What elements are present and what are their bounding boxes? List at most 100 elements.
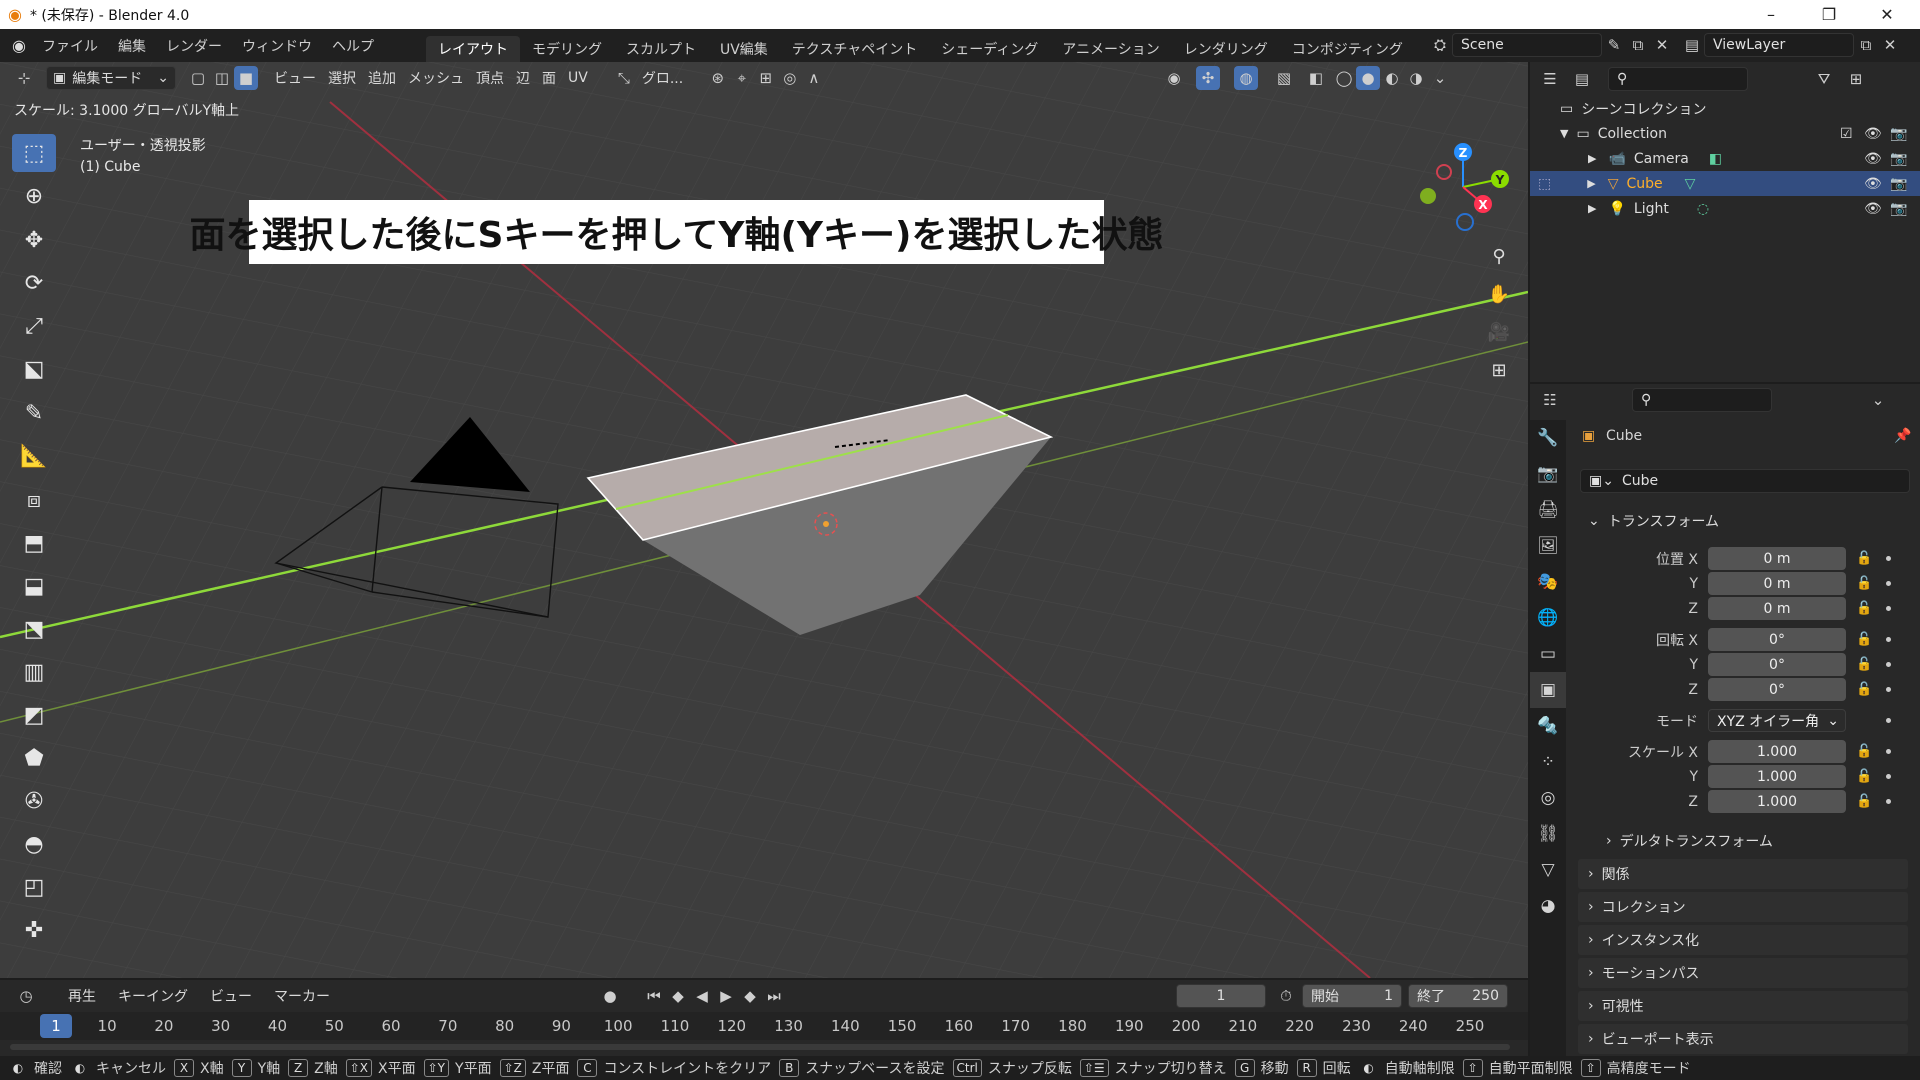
lock-icon[interactable]: 🔓 [1856, 744, 1872, 759]
menu-mesh[interactable]: メッシュ [402, 66, 470, 90]
outliner-item-cube[interactable]: ⬚ ▶ ▽ Cube ▽ 👁 📷 [1530, 171, 1920, 196]
falloff-icon[interactable]: ∧ [802, 66, 826, 90]
camera-render-icon[interactable]: 📷 [1890, 126, 1907, 142]
outliner-editor-icon[interactable]: ☰ [1538, 67, 1562, 91]
keyframe-dot[interactable] [1886, 581, 1891, 586]
measure-tool[interactable]: 📐 [12, 437, 56, 475]
new-viewlayer-icon[interactable]: ⧉ [1854, 33, 1878, 57]
navigation-gizmo[interactable]: Z Y X [1408, 132, 1518, 242]
orientation-select[interactable]: グロ... [636, 66, 706, 90]
panel-collections[interactable]: › コレクション [1578, 892, 1908, 922]
lock-icon[interactable]: 🔓 [1856, 601, 1872, 616]
lock-icon[interactable]: 🔓 [1856, 682, 1872, 697]
location-x-field[interactable]: 0 m [1708, 547, 1846, 570]
transform-tool[interactable]: ⬕ [12, 350, 56, 388]
edge-slide-tool[interactable]: ◰ [12, 868, 56, 906]
scene-icon[interactable]: ⛭ [1428, 33, 1452, 57]
bevel-tool[interactable]: ⬔ [12, 610, 56, 648]
shading-options-icon[interactable]: ⌄ [1428, 66, 1452, 90]
maximize-button[interactable]: ❐ [1806, 0, 1852, 29]
keyframe-dot[interactable] [1886, 799, 1891, 804]
material-shading-icon[interactable]: ◐ [1380, 66, 1404, 90]
next-keyframe-icon[interactable]: ◆ [738, 984, 762, 1008]
location-y-field[interactable]: 0 m [1708, 572, 1846, 595]
menu-uv[interactable]: UV [562, 66, 594, 90]
collection-row[interactable]: ▼ ▭ Collection ☑ 👁 📷 [1530, 121, 1920, 146]
keyframe-dot[interactable] [1886, 662, 1891, 667]
lock-icon[interactable]: 🔓 [1856, 576, 1872, 591]
menu-playback[interactable]: 再生 [62, 984, 102, 1008]
keyframe-dot[interactable] [1886, 606, 1891, 611]
panel-instancing[interactable]: › インスタンス化 [1578, 925, 1908, 955]
tab-rendering[interactable]: レンダリング [1172, 36, 1280, 62]
poly-build-tool[interactable]: ⬟ [12, 739, 56, 777]
menu-add[interactable]: 追加 [362, 66, 402, 90]
pin-icon[interactable]: ✎ [1602, 33, 1626, 57]
move-tool[interactable]: ✥ [12, 221, 56, 259]
pivot-icon[interactable]: ⊛ [706, 66, 730, 90]
properties-search[interactable]: ⚲ [1632, 388, 1772, 412]
keyframe-dot[interactable] [1886, 687, 1891, 692]
keyframe-dot[interactable] [1886, 749, 1891, 754]
tab-sculpt[interactable]: スカルプト [614, 36, 708, 62]
loop-cut-tool[interactable]: ▥ [12, 653, 56, 691]
neg-y-axis-ball[interactable] [1420, 188, 1436, 204]
panel-relations[interactable]: › 関係 [1578, 859, 1908, 889]
tab-compositing[interactable]: コンポジティング [1280, 36, 1415, 62]
new-scene-icon[interactable]: ⧉ [1626, 33, 1650, 57]
add-cube-tool[interactable]: ⧈ [12, 481, 56, 519]
inset-tool[interactable]: ⬓ [12, 567, 56, 605]
perspective-toggle-icon[interactable]: ⊞ [1483, 354, 1515, 386]
display-mode-icon[interactable]: ▤ [1570, 67, 1594, 91]
scale-x-field[interactable]: 1.000 [1708, 740, 1846, 763]
scale-z-field[interactable]: 1.000 [1708, 790, 1846, 813]
pin-icon[interactable]: 📌 [1894, 428, 1911, 444]
physics-tab-icon[interactable]: ◎ [1530, 780, 1566, 816]
lock-icon[interactable]: 🔓 [1856, 551, 1872, 566]
tab-shading[interactable]: シェーディング [929, 36, 1050, 62]
rotation-x-field[interactable]: 0° [1708, 628, 1846, 651]
eye-icon[interactable]: 👁 [1864, 176, 1882, 192]
proportional-edit-icon[interactable]: ◎ [778, 66, 802, 90]
menu-vertex[interactable]: 頂点 [470, 66, 510, 90]
panel-motion-paths[interactable]: › モーションパス [1578, 958, 1908, 988]
camera-view-icon[interactable]: 🎥 [1483, 316, 1515, 348]
prev-keyframe-icon[interactable]: ◆ [666, 984, 690, 1008]
outliner-search[interactable]: ⚲ [1608, 67, 1748, 91]
scale-y-field[interactable]: 1.000 [1708, 765, 1846, 788]
eye-icon[interactable]: 👁 [1864, 151, 1882, 167]
menu-window[interactable]: ウィンドウ [232, 36, 322, 56]
output-tab-icon[interactable]: 🖨 [1530, 492, 1566, 528]
scene-field[interactable]: Scene [1452, 33, 1602, 57]
smooth-tool[interactable]: ◓ [12, 825, 56, 863]
scene-collection-row[interactable]: ▭ シーンコレクション [1530, 96, 1920, 121]
keyframe-dot[interactable] [1886, 556, 1891, 561]
rotation-y-field[interactable]: 0° [1708, 653, 1846, 676]
cursor-tool[interactable]: ⊕ [12, 177, 56, 215]
location-z-field[interactable]: 0 m [1708, 597, 1846, 620]
shrink-fatten-tool[interactable]: ✜ [12, 911, 56, 949]
rotate-tool[interactable]: ⟳ [12, 264, 56, 302]
editor-type-icon[interactable]: ⊹ [12, 66, 36, 90]
end-frame-field[interactable]: 終了 250 [1408, 984, 1508, 1008]
vertex-select-icon[interactable]: ▢ [186, 66, 210, 90]
object-datablock-field[interactable]: ▣⌄ Cube [1580, 468, 1910, 493]
transform-orientation-icon[interactable]: ⤡ [612, 66, 636, 90]
camera-render-icon[interactable]: 📷 [1890, 151, 1907, 167]
blender-menu-icon[interactable]: ◉ [12, 36, 26, 55]
annotate-tool[interactable]: ✎ [12, 394, 56, 432]
expand-icon[interactable]: ▼ [1560, 127, 1568, 140]
record-icon[interactable]: ● [598, 984, 622, 1008]
menu-face[interactable]: 面 [536, 66, 562, 90]
view-layer-tab-icon[interactable]: 🖼 [1530, 528, 1566, 564]
knife-tool[interactable]: ◩ [12, 696, 56, 734]
menu-view[interactable]: ビュー [268, 66, 322, 90]
tab-texture-paint[interactable]: テクスチャペイント [780, 36, 929, 62]
constraints-tab-icon[interactable]: ⛓ [1530, 816, 1566, 852]
jump-start-icon[interactable]: ⏮ [642, 984, 666, 1008]
filter-icon[interactable]: ⛛ [1812, 67, 1836, 91]
minimize-button[interactable]: – [1748, 0, 1794, 29]
tab-uv-editing[interactable]: UV編集 [708, 36, 780, 62]
tab-layout[interactable]: レイアウト [425, 36, 520, 62]
menu-render[interactable]: レンダー [156, 36, 232, 56]
